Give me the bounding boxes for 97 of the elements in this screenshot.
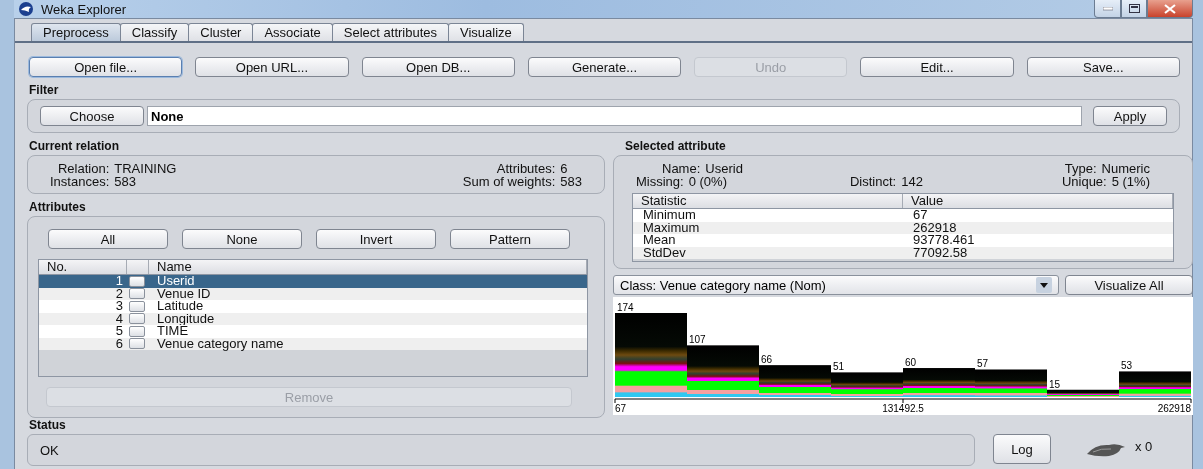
table-cell-text: Venue category name xyxy=(156,337,285,350)
field-value: 583 xyxy=(114,175,137,188)
column-header: No. xyxy=(39,260,127,274)
bar-value-label: 15 xyxy=(1049,378,1061,390)
field-label: Sum of weights: xyxy=(462,175,556,188)
maximize-icon xyxy=(1128,4,1140,13)
bar-value-label: 53 xyxy=(1121,360,1133,372)
table-cell-text: Venue ID xyxy=(156,287,212,300)
field-value: 6 xyxy=(560,162,569,175)
field-value: 0 (0%) xyxy=(688,175,727,188)
tab[interactable]: Classify xyxy=(119,23,190,41)
column-header: Statistic xyxy=(633,194,903,208)
choose-button[interactable]: Choose xyxy=(40,106,144,126)
table-cell-text: Mean xyxy=(642,234,677,247)
tab[interactable]: Preprocess xyxy=(31,23,121,41)
section-title: Status xyxy=(29,418,67,432)
toolbar-button[interactable]: Open file... xyxy=(29,57,183,77)
checkbox[interactable] xyxy=(129,300,145,312)
field-value: 583 xyxy=(560,175,582,188)
checkbox[interactable] xyxy=(129,288,145,300)
x-axis-label: 131492.5 xyxy=(882,403,924,414)
column-header: Value xyxy=(903,194,1173,208)
select-button[interactable]: None xyxy=(182,229,302,249)
field-label: Distinct: xyxy=(849,175,897,188)
table-cell-text: TIME xyxy=(156,325,189,338)
table-cell-text: 4 xyxy=(114,312,124,325)
select-button[interactable]: All xyxy=(48,229,168,249)
table-cell-text: Userid xyxy=(156,275,196,288)
table-cell-text: 1 xyxy=(114,275,124,288)
table-cell-text: Latitude xyxy=(156,300,205,313)
bird-logo-icon xyxy=(18,1,34,17)
attribute-row[interactable]: 5 TIME xyxy=(39,325,587,338)
bar-value-label: 57 xyxy=(977,358,989,370)
class-dropdown[interactable]: Class: Venue category name (Nom) xyxy=(613,275,1059,295)
bar-value-label: 107 xyxy=(689,334,706,346)
bar-value-label: 51 xyxy=(833,361,845,373)
toolbar-button[interactable]: Open URL... xyxy=(195,57,349,77)
checkbox[interactable] xyxy=(129,338,145,350)
task-count: x 0 xyxy=(1135,439,1153,454)
field-value: 5 (1%) xyxy=(1111,175,1150,188)
tab[interactable]: Visualize xyxy=(448,23,524,41)
close-button[interactable] xyxy=(1147,0,1193,18)
table-cell-text: 5 xyxy=(114,325,124,338)
select-button[interactable]: Pattern xyxy=(450,229,570,249)
tab[interactable]: Associate xyxy=(252,23,333,41)
status-message: OK xyxy=(40,442,59,458)
table-cell-text: 93778.461 xyxy=(912,234,976,247)
bar-value-label: 60 xyxy=(905,357,917,369)
bar-value-label: 174 xyxy=(617,302,634,313)
table-cell-text: Minimum xyxy=(642,209,697,222)
toolbar-button[interactable]: Open DB... xyxy=(361,57,515,77)
checkbox[interactable] xyxy=(129,275,145,287)
field-label: Instances: xyxy=(50,175,110,188)
x-axis-label: 67 xyxy=(615,403,627,414)
window-title: Weka Explorer xyxy=(41,1,126,17)
field-label: Relation: xyxy=(56,162,110,175)
tab[interactable]: Select attributes xyxy=(331,23,450,41)
field-label: Attributes: xyxy=(495,162,556,175)
field-value: Userid xyxy=(705,162,743,175)
apply-button[interactable]: Apply xyxy=(1093,106,1167,126)
section-title: Filter xyxy=(29,83,60,97)
minimize-button[interactable] xyxy=(1094,0,1121,18)
tab[interactable]: Cluster xyxy=(188,23,254,41)
checkbox[interactable] xyxy=(129,325,145,337)
field-value: TRAINING xyxy=(114,162,177,175)
histogram-bar xyxy=(831,372,903,397)
table-cell-text: 2 xyxy=(114,287,124,300)
maximize-button[interactable] xyxy=(1121,0,1147,18)
attribute-row[interactable]: 3 Latitude xyxy=(39,300,587,313)
filter-field[interactable]: None xyxy=(147,106,1082,126)
field-label: Unique: xyxy=(1061,175,1107,188)
minimize-icon xyxy=(1102,6,1113,11)
toolbar-button[interactable]: Generate... xyxy=(527,57,682,77)
section-title: Attributes xyxy=(29,200,87,214)
field-value: Numeric xyxy=(1101,162,1150,175)
toolbar-button[interactable]: Save... xyxy=(1026,57,1180,77)
field-label: Type: xyxy=(1064,162,1097,175)
checkbox[interactable] xyxy=(129,313,145,325)
toolbar-button[interactable]: Edit... xyxy=(860,57,1014,77)
column-header: Name xyxy=(149,260,587,274)
histogram-bar xyxy=(903,368,975,397)
field-value: 142 xyxy=(901,175,923,188)
table-cell-text: 6 xyxy=(114,337,124,350)
field-label: Missing: xyxy=(636,175,684,188)
attribute-row[interactable]: 1 Userid xyxy=(39,275,587,288)
visualize-all-button[interactable]: Visualize All xyxy=(1065,275,1193,295)
bar-value-label: 66 xyxy=(761,354,773,366)
section-title: Current relation xyxy=(29,139,120,153)
close-icon xyxy=(1164,3,1176,14)
table-cell-text: 67 xyxy=(912,209,929,222)
table-cell-text: 3 xyxy=(114,300,124,313)
log-button[interactable]: Log xyxy=(993,434,1051,464)
table-cell-text: Longitude xyxy=(156,312,216,325)
field-label: Name: xyxy=(662,162,701,175)
section-title: Selected attribute xyxy=(625,139,727,153)
select-button[interactable]: Invert xyxy=(316,229,436,249)
x-axis-label: 262918 xyxy=(1157,403,1191,414)
